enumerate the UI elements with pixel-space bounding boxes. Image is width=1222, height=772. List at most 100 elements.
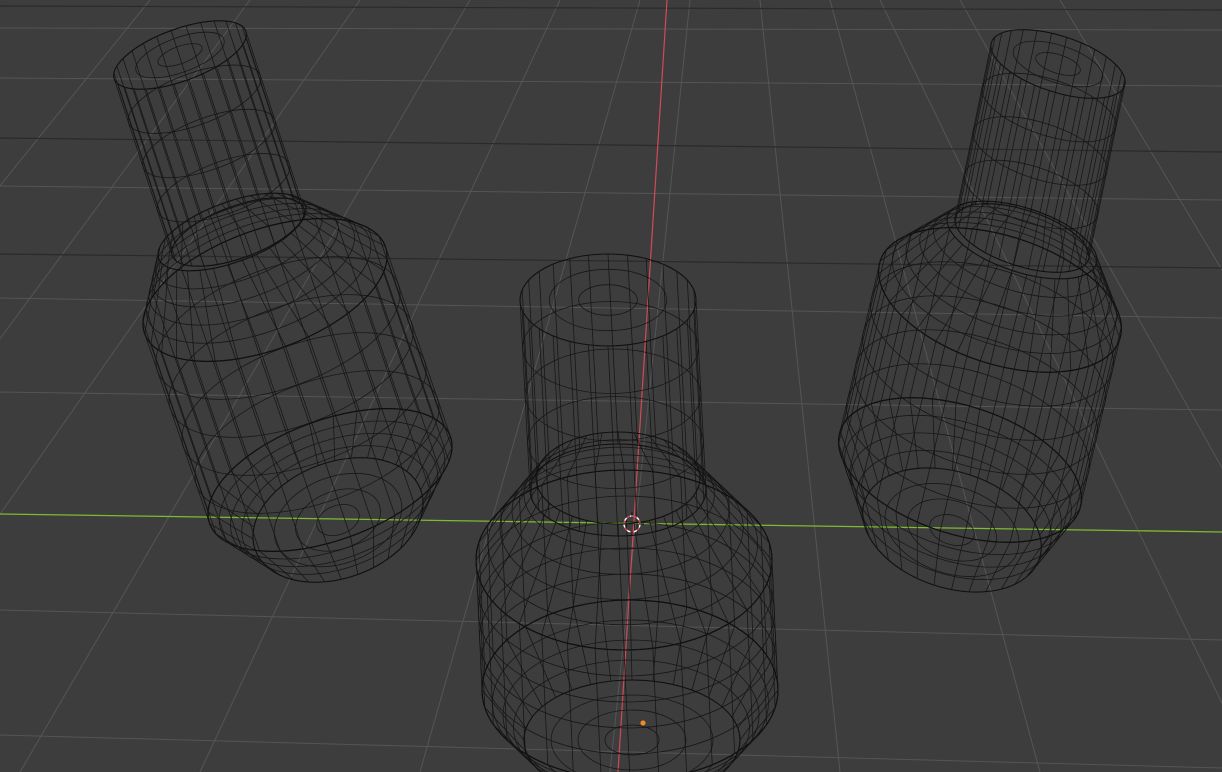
bottle-center-body-ring (479, 547, 776, 729)
bottle-center-neck-edge (569, 341, 581, 532)
bottle-right-body-edge (1073, 349, 1115, 521)
bottle-center[interactable] (475, 253, 779, 772)
bottle-center-base-edge (524, 626, 557, 698)
bottle-center-body-edge (566, 476, 574, 607)
bottle-center-neck-edge (538, 271, 550, 462)
bottle-left-body-edge (150, 343, 217, 535)
bottle-right[interactable] (820, 16, 1139, 614)
bottle-right-neck-edge (984, 78, 1022, 253)
bottle-right-neck-edge (1088, 85, 1125, 260)
bottle-left-neck-edge (188, 79, 248, 257)
bottle-center-shoulder-edge (541, 516, 573, 635)
bottle-center-neck-edge (686, 280, 698, 471)
bottle-right-base-edge (933, 530, 941, 586)
bottle-center-neck-ring (524, 348, 702, 442)
bottle-left-base-edge (286, 433, 303, 473)
bottle-left-body-edge (161, 351, 228, 543)
bottle-right-base-edge (1001, 428, 1025, 491)
bottle-left-body-edge (329, 325, 396, 516)
bottle-right-body-edge (838, 273, 880, 444)
bottle-right-base-edge (888, 399, 904, 471)
bottle-left-body-edge (285, 346, 351, 537)
bottle-center-shoulder-edge (698, 468, 770, 543)
bottle-left-neck-edge (145, 88, 205, 267)
bottle-right-body-edge (848, 301, 890, 472)
3d-viewport[interactable] (0, 0, 1222, 772)
bottle-center-neck-edge (538, 328, 550, 519)
bottle-left[interactable] (105, 7, 470, 605)
bottle-left-body-edge (261, 353, 328, 544)
bottle-left-neck-ring (127, 64, 262, 134)
bottle-center-neck-ring (519, 253, 697, 347)
bottle-center-base-edge (547, 615, 573, 691)
object-origin-dot (640, 720, 646, 726)
bottle-left-base-edge (414, 425, 445, 481)
bottle-left-body-edge (144, 333, 211, 524)
bottle-center-base-cap-ring (577, 709, 687, 771)
bottle-center-base-edge (572, 606, 592, 685)
bottle-center-neck-edge (693, 289, 705, 480)
bottle-right-shoulder-edge (956, 264, 999, 353)
bottle-right-base-edge (1000, 540, 1032, 590)
bottle-right-neck-edge (1056, 98, 1094, 273)
bottle-left-base-edge (326, 543, 342, 580)
bottle-left-body-edge (145, 308, 212, 499)
bottle-center-body-edge (623, 469, 631, 601)
bottle-right-body-edge (839, 260, 881, 432)
bottle-left-base-edge (395, 412, 419, 465)
bottle-right-base-edge (1034, 468, 1071, 524)
bottle-right-shoulder-edge (979, 270, 1013, 362)
bottle-center-body-edge (541, 485, 549, 616)
bottle-left-neck-ring (142, 108, 276, 179)
bottle-right-neck-edge (998, 85, 1036, 260)
bottle-left-shoulder-edge (221, 203, 245, 234)
bottle-left-base-edge (209, 523, 256, 551)
floor-grid (0, 0, 1222, 772)
bottle-center-neck-edge (676, 328, 688, 519)
3d-cursor-icon[interactable] (620, 512, 644, 536)
bottle-left-neck-edge (225, 20, 285, 199)
bottle-right-base-edge (895, 511, 903, 571)
bottle-right-base-edge (870, 403, 890, 476)
bottle-left-neck-edge (235, 22, 294, 200)
bottle-right-base-ring (844, 414, 1072, 556)
bottle-right-neck-edge (1084, 90, 1122, 266)
bottle-right-body-edge (1058, 284, 1100, 455)
bottle-right-neck-ring (963, 159, 1099, 230)
bottle-center-base-edge (691, 615, 713, 691)
bottle-right-base-edge (856, 410, 879, 483)
bottle-left-base-edge (410, 488, 430, 538)
bottle-right-base-edge (860, 485, 878, 550)
bottle-left-base-edge (245, 457, 276, 492)
bottle-right-neck-edge (986, 29, 1024, 204)
bottle-right-neck-cap-ring (1035, 52, 1081, 76)
viewport-canvas[interactable] (0, 0, 1222, 772)
bottle-left-shoulder-edge (144, 258, 160, 334)
bottle-right-base-ring (850, 432, 1062, 568)
bottle-left-neck-edge (124, 87, 183, 265)
bottle-left-body-edge (383, 271, 450, 462)
bottle-right-base-edge (1014, 535, 1049, 585)
bottle-left-body-edge (180, 267, 247, 458)
bottle-right-neck-edge (1058, 49, 1096, 224)
bottle-right-body-edge (1062, 359, 1104, 530)
bottle-right-body-edge (1009, 372, 1051, 543)
bottle-left-shoulder-edge (180, 223, 184, 268)
bottle-left-body-edge (244, 233, 310, 424)
bottle-center-shoulder-edge (698, 486, 770, 578)
bottle-center-shoulder-edge (617, 523, 625, 651)
bottle-right-shoulder-edge (1003, 274, 1028, 368)
bottle-right-neck-cap-ring (1012, 40, 1104, 88)
bottle-center-neck-edge (519, 299, 531, 491)
bottle-center-body-edge (500, 509, 508, 641)
bottle-right-body-edge (845, 249, 887, 421)
bottle-center-shoulder-edge (633, 523, 654, 649)
bottle-left-neck-edge (185, 25, 245, 203)
bottle-center-shoulder-edge (693, 495, 762, 595)
bottle-right-body-edge (888, 229, 930, 400)
bottle-right-body-edge (856, 240, 898, 411)
bottle-right-base-edge (1026, 454, 1060, 512)
bottle-left-body-edge (376, 284, 442, 476)
bottle-center-base-ring (523, 679, 741, 772)
bottle-right-base-cap-ring (884, 483, 1020, 577)
